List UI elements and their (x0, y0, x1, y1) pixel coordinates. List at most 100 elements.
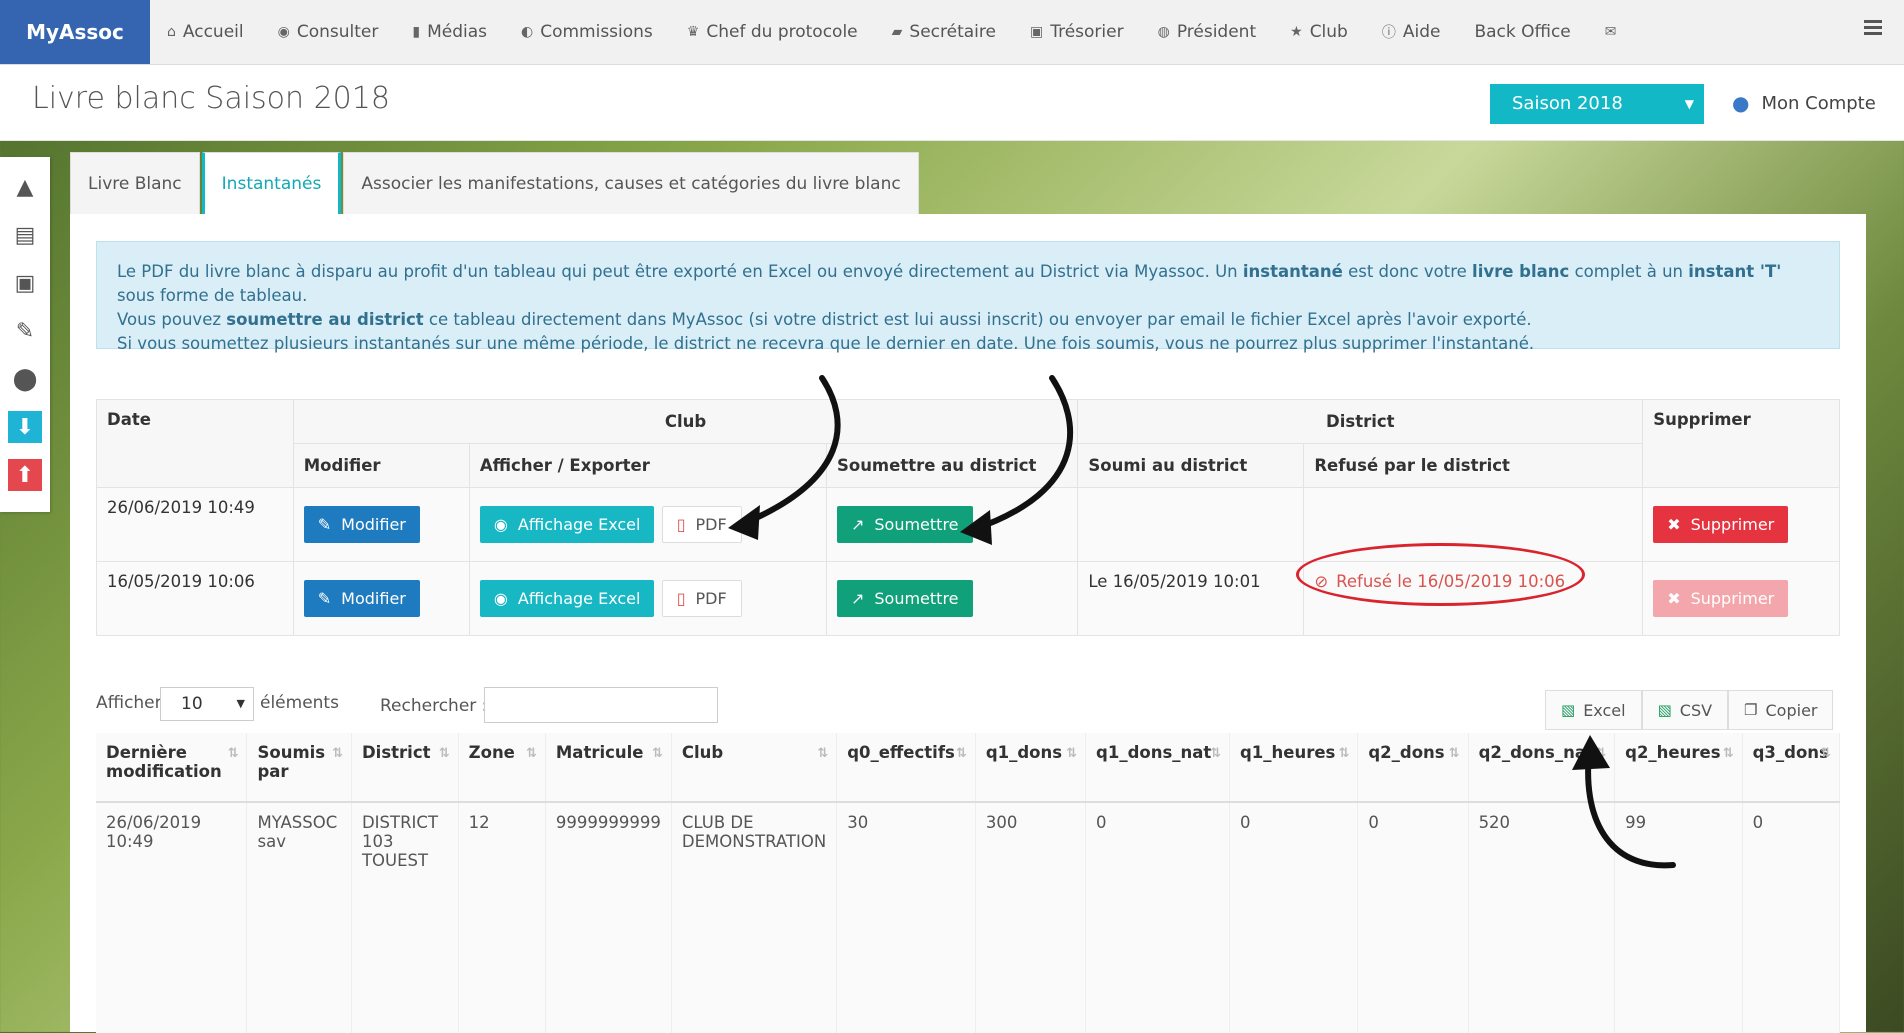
money-icon[interactable]: ▣ (0, 259, 50, 307)
column-header[interactable]: Matricule ⇅ (545, 733, 672, 803)
table-cell: 26/06/2019 10:49 (96, 802, 248, 1033)
map-marker-icon[interactable]: ⬤ (0, 355, 50, 403)
table-cell: CLUB DE DEMONSTRATION (671, 802, 838, 1033)
col-submit: Soumettre au district (825, 443, 1079, 488)
table-cell: 30 (836, 802, 976, 1033)
brand-text: MyAssoc (26, 20, 124, 44)
page-size-select[interactable]: 10 ▼ (160, 687, 254, 721)
nav-item-secr-taire[interactable]: ▰ Secrétaire (875, 0, 1013, 64)
nav-item-back-office[interactable]: Back Office (1457, 0, 1587, 64)
sort-icon: ⇅ (525, 746, 537, 761)
tab-instantanes[interactable]: Instantanés (201, 152, 342, 214)
close-icon: ✖ (1667, 589, 1681, 608)
column-header[interactable]: q2_dons_nat ⇅ (1468, 733, 1616, 803)
refused-status: ⊘ Refusé le 16/05/2019 10:06 (1314, 572, 1566, 591)
eye-icon: ◉ (493, 589, 508, 608)
book-icon: ▰ (891, 24, 903, 40)
submit-button[interactable]: ↗ Soumettre (836, 580, 973, 617)
document-icon[interactable]: ▤ (0, 211, 50, 259)
envelope-icon: ✉ (1604, 24, 1617, 40)
submit-button[interactable]: ↗ Soumettre (836, 506, 973, 543)
trophy-icon: ♛ (686, 24, 700, 40)
nav-menu: ⌂ Accueil ◉ Consulter ▮ Médias ◐ Commissions ♛ Ch… (150, 0, 1634, 64)
row-date: 26/06/2019 10:49 (96, 487, 294, 562)
sort-icon: ⇅ (955, 746, 967, 761)
excel-display-button[interactable]: ◉ Affichage Excel (479, 506, 655, 543)
hamburger-menu-icon[interactable] (1864, 20, 1882, 38)
excel-display-button[interactable]: ◉ Affichage Excel (479, 580, 655, 617)
file-icon: ▮ (412, 24, 421, 40)
column-header[interactable]: q1_heures ⇅ (1229, 733, 1359, 803)
area-chart-icon[interactable]: ▲ (0, 163, 50, 211)
col-date: Date (96, 399, 294, 488)
nav-item-m-dias[interactable]: ▮ Médias (395, 0, 504, 64)
pdf-button[interactable]: ▯ PDF (661, 506, 742, 543)
nav-item-tr-sorier[interactable]: ▣ Trésorier (1013, 0, 1141, 64)
column-header[interactable]: District ⇅ (351, 733, 459, 803)
page-header: Livre blanc Saison 2018 Saison 2018 ▼ ● … (0, 65, 1904, 141)
nav-item-consulter[interactable]: ◉ Consulter (261, 0, 396, 64)
brand-logo[interactable]: MyAssoc (0, 0, 150, 64)
season-select[interactable]: Saison 2018 ▼ (1490, 84, 1704, 124)
arrow-up-icon[interactable]: ⬆ (0, 451, 50, 499)
table-cell: 0 (1085, 802, 1230, 1033)
column-header[interactable]: Club ⇅ (671, 733, 838, 803)
arrow-down-icon[interactable]: ⬇ (0, 403, 50, 451)
table-cell: MYASSOC sav (246, 802, 352, 1033)
column-header[interactable]: q2_dons ⇅ (1357, 733, 1469, 803)
nav-item-aide[interactable]: ⓘ Aide (1365, 0, 1458, 64)
alert-line-2: Vous pouvez soumettre au district ce tab… (117, 310, 1532, 329)
column-header[interactable]: q2_heures ⇅ (1614, 733, 1743, 803)
tab-associer[interactable]: Associer les manifestations, causes et c… (343, 152, 919, 214)
account-menu[interactable]: ● Mon Compte (1732, 91, 1876, 115)
export-excel-button[interactable]: ▧ Excel (1545, 690, 1642, 730)
copy-button[interactable]: ❐ Copier (1728, 690, 1834, 730)
pdf-button[interactable]: ▯ PDF (661, 580, 742, 617)
nav-item-label: Aide (1402, 22, 1441, 42)
alert-line-3: Si vous soumettez plusieurs instantanés … (117, 334, 1535, 353)
nav-item-pr-sident[interactable]: ◍ Président (1141, 0, 1274, 64)
column-header[interactable]: q0_effectifs ⇅ (836, 733, 976, 803)
col-delete: Supprimer (1642, 399, 1840, 488)
search-input[interactable] (484, 687, 718, 723)
nav-item-label: Back Office (1474, 22, 1571, 42)
main-panel: Le PDF du livre blanc à disparu au profi… (70, 214, 1866, 1033)
eye-icon: ◉ (493, 515, 508, 534)
tab-bar: Livre Blanc Instantanés Associer les man… (70, 152, 921, 214)
sort-icon: ⇅ (651, 746, 663, 761)
nav-item-commissions[interactable]: ◐ Commissions (504, 0, 670, 64)
table-cell: 0 (1357, 802, 1469, 1033)
column-header[interactable]: q1_dons ⇅ (975, 733, 1087, 803)
edit-icon: ✎ (317, 589, 332, 608)
file-pdf-icon: ▯ (676, 515, 686, 534)
column-header[interactable]: Soumis par ⇅ (246, 733, 352, 803)
nav-item-label: Chef du protocole (706, 22, 858, 42)
close-icon: ✖ (1667, 515, 1681, 534)
column-header[interactable]: q3_dons ⇅ (1742, 733, 1841, 803)
nav-item-label: Trésorier (1050, 22, 1124, 42)
wrench-icon[interactable]: ✎ (0, 307, 50, 355)
nav-item-label: Secrétaire (909, 22, 996, 42)
nav-item-label: Médias (427, 22, 487, 42)
nav-item-mail[interactable]: ✉ (1588, 0, 1634, 64)
table-row: 26/06/2019 10:49 ✎ Modifier ◉ Affichage Ex… (96, 487, 1840, 562)
column-header[interactable]: Dernière modification ⇅ (96, 733, 248, 803)
nav-item-label: Commissions (540, 22, 653, 42)
nav-item-label: Club (1309, 22, 1348, 42)
tab-livre-blanc[interactable]: Livre Blanc (70, 152, 200, 214)
export-csv-button[interactable]: ▧ CSV (1641, 690, 1729, 730)
export-buttons: ▧ Excel ▧ CSV ❐ Copier (1545, 690, 1834, 730)
col-refused: Refusé par le district (1303, 443, 1644, 488)
nav-item-club[interactable]: ★ Club (1273, 0, 1365, 64)
nav-item-accueil[interactable]: ⌂ Accueil (150, 0, 261, 64)
sort-icon: ⇅ (1595, 746, 1607, 761)
nav-item-chef-du-protocole[interactable]: ♛ Chef du protocole (670, 0, 875, 64)
modify-button[interactable]: ✎ Modifier (303, 580, 420, 617)
globe-icon: ◍ (1157, 24, 1170, 40)
column-header[interactable]: q1_dons_nat ⇅ (1085, 733, 1230, 803)
delete-button[interactable]: ✖ Supprimer (1653, 506, 1789, 543)
table-cell: 12 (458, 802, 546, 1033)
modify-button[interactable]: ✎ Modifier (303, 506, 420, 543)
share-icon: ↗ (850, 589, 865, 608)
column-header[interactable]: Zone ⇅ (458, 733, 546, 803)
